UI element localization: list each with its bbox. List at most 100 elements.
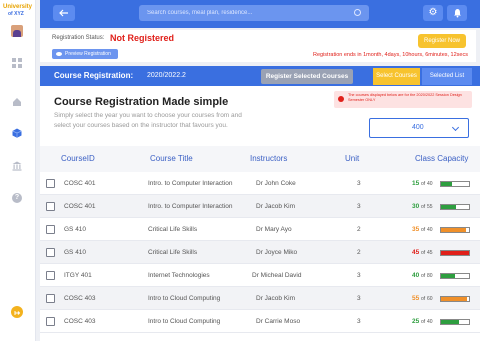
capacity-bar bbox=[440, 319, 470, 325]
select-courses-tab[interactable]: Select Courses bbox=[373, 68, 420, 85]
capacity-total: 55 bbox=[427, 204, 433, 210]
row-checkbox[interactable] bbox=[46, 248, 55, 257]
capacity-taken: 55 bbox=[412, 295, 420, 302]
course-id: COSC 403 bbox=[64, 318, 96, 325]
table-header: CourseID Course Title Instructors Unit C… bbox=[40, 146, 480, 172]
search-icon[interactable] bbox=[354, 9, 361, 16]
table-row[interactable]: COSC 401 Intro. to Computer Interaction Dr… bbox=[40, 172, 480, 195]
settings-button[interactable]: ⚙ bbox=[423, 5, 443, 21]
header-unit[interactable]: Unit bbox=[345, 154, 359, 163]
bell-icon bbox=[453, 9, 461, 18]
intro-title: Course Registration Made simple bbox=[54, 96, 229, 108]
row-checkbox[interactable] bbox=[46, 271, 55, 280]
capacity-fill bbox=[441, 205, 456, 209]
course-id: COSC 401 bbox=[64, 203, 96, 210]
logo-line-1: University bbox=[3, 4, 33, 10]
table-row[interactable]: GS 410 Critical Life Skills Dr Mary Ayo 2 35… bbox=[40, 218, 480, 241]
capacity-fill bbox=[441, 274, 455, 278]
cube-icon[interactable] bbox=[12, 125, 22, 138]
row-checkbox[interactable] bbox=[46, 179, 55, 188]
header-class-capacity[interactable]: Class Capacity bbox=[415, 154, 468, 163]
capacity-of: of bbox=[421, 204, 426, 210]
table-row[interactable]: COSC 403 Intro to Cloud Computing Dr Carri… bbox=[40, 310, 480, 333]
registration-countdown: Registration ends in 1month, 4days, 10ho… bbox=[312, 52, 468, 58]
session-year: 2020/2022.2 bbox=[147, 72, 186, 79]
capacity-fill bbox=[441, 297, 467, 301]
back-button[interactable] bbox=[53, 5, 75, 21]
unit: 3 bbox=[357, 295, 361, 302]
unit: 3 bbox=[357, 272, 361, 279]
row-checkbox[interactable] bbox=[46, 294, 55, 303]
avatar[interactable] bbox=[11, 25, 23, 37]
status-value: Not Registered bbox=[110, 33, 175, 43]
selected-list-tab[interactable]: Selected List bbox=[422, 68, 472, 85]
course-id: GS 410 bbox=[64, 249, 87, 256]
capacity-taken: 40 bbox=[412, 272, 420, 279]
row-checkbox[interactable] bbox=[46, 202, 55, 211]
instructor: Dr Jacob Kim bbox=[256, 203, 296, 210]
capacity-taken: 25 bbox=[412, 318, 420, 325]
capacity-fill bbox=[441, 182, 452, 186]
search-input[interactable] bbox=[147, 7, 347, 19]
capacity-bar bbox=[440, 181, 470, 187]
bank-icon[interactable] bbox=[12, 158, 22, 171]
course-title: Critical Life Skills bbox=[148, 226, 198, 233]
logout-icon[interactable] bbox=[11, 306, 23, 318]
class-capacity: 35 of 40 bbox=[412, 225, 472, 235]
header-instructors[interactable]: Instructors bbox=[250, 154, 287, 163]
university-logo[interactable]: University of XYZ bbox=[3, 4, 35, 18]
table-row[interactable]: COSC 401 Intro. to Computer Interaction Dr… bbox=[40, 195, 480, 218]
instructor: Dr Micheal David bbox=[252, 272, 302, 279]
capacity-total: 80 bbox=[427, 273, 433, 279]
capacity-of: of bbox=[421, 227, 426, 233]
class-capacity: 40 of 80 bbox=[412, 271, 472, 281]
capacity-taken: 15 bbox=[412, 180, 420, 187]
sidebar: University of XYZ ? bbox=[0, 0, 36, 341]
class-capacity: 30 of 55 bbox=[412, 202, 472, 212]
year-select[interactable]: 400 bbox=[369, 118, 469, 138]
capacity-total: 45 bbox=[427, 250, 433, 256]
header-course-title[interactable]: Course Title bbox=[150, 154, 193, 163]
panel-title: Course Registration: bbox=[54, 71, 134, 80]
status-label: Registration Status: bbox=[52, 35, 105, 41]
capacity-bar bbox=[440, 296, 470, 302]
help-icon[interactable]: ? bbox=[12, 193, 22, 203]
course-title: Critical Life Skills bbox=[148, 249, 198, 256]
capacity-of: of bbox=[421, 181, 426, 187]
unit: 2 bbox=[357, 249, 361, 256]
preview-registration-button[interactable]: Preview Registration bbox=[52, 49, 118, 59]
capacity-fill bbox=[441, 320, 459, 324]
table-row[interactable]: GS 410 Critical Life Skills Dr Joyce Miko 2… bbox=[40, 241, 480, 264]
eye-icon bbox=[56, 52, 62, 56]
table-row[interactable]: ITGY 401 Internet Technologies Dr Micheal … bbox=[40, 264, 480, 287]
instructor: Dr Carrie Moso bbox=[256, 318, 301, 325]
class-capacity: 15 of 40 bbox=[412, 179, 472, 189]
year-select-value: 400 bbox=[412, 124, 424, 131]
register-selected-courses-button[interactable]: Register Selected Courses bbox=[261, 69, 353, 84]
dashboard-icon[interactable] bbox=[12, 58, 22, 68]
warning-text: The courses displayed below are for the … bbox=[348, 93, 462, 102]
capacity-fill bbox=[441, 228, 466, 232]
unit: 3 bbox=[357, 318, 361, 325]
register-now-button[interactable]: Register Now bbox=[418, 34, 466, 48]
home-icon[interactable] bbox=[12, 94, 22, 106]
table-row[interactable]: COSC 403 Intro to Cloud Computing Dr Jacob… bbox=[40, 287, 480, 310]
capacity-total: 40 bbox=[427, 319, 433, 325]
search-bar[interactable] bbox=[139, 5, 369, 21]
course-registration-panel: Course Registration: 2020/2022.2 Registe… bbox=[40, 66, 480, 341]
instructor: Dr John Coke bbox=[256, 180, 296, 187]
course-title: Intro. to Computer Interaction bbox=[148, 180, 233, 187]
capacity-total: 40 bbox=[427, 181, 433, 187]
notifications-button[interactable] bbox=[447, 5, 467, 21]
header-course-id[interactable]: CourseID bbox=[61, 154, 95, 163]
unit: 2 bbox=[357, 226, 361, 233]
course-title: Intro to Cloud Computing bbox=[148, 318, 221, 325]
row-checkbox[interactable] bbox=[46, 317, 55, 326]
row-checkbox[interactable] bbox=[46, 225, 55, 234]
logo-line-2: of XYZ bbox=[8, 11, 24, 17]
unit: 3 bbox=[357, 180, 361, 187]
course-id: GS 410 bbox=[64, 226, 87, 233]
session-warning: The courses displayed below are for the … bbox=[334, 91, 472, 108]
alert-icon bbox=[338, 96, 344, 102]
instructor: Dr Joyce Miko bbox=[256, 249, 298, 256]
